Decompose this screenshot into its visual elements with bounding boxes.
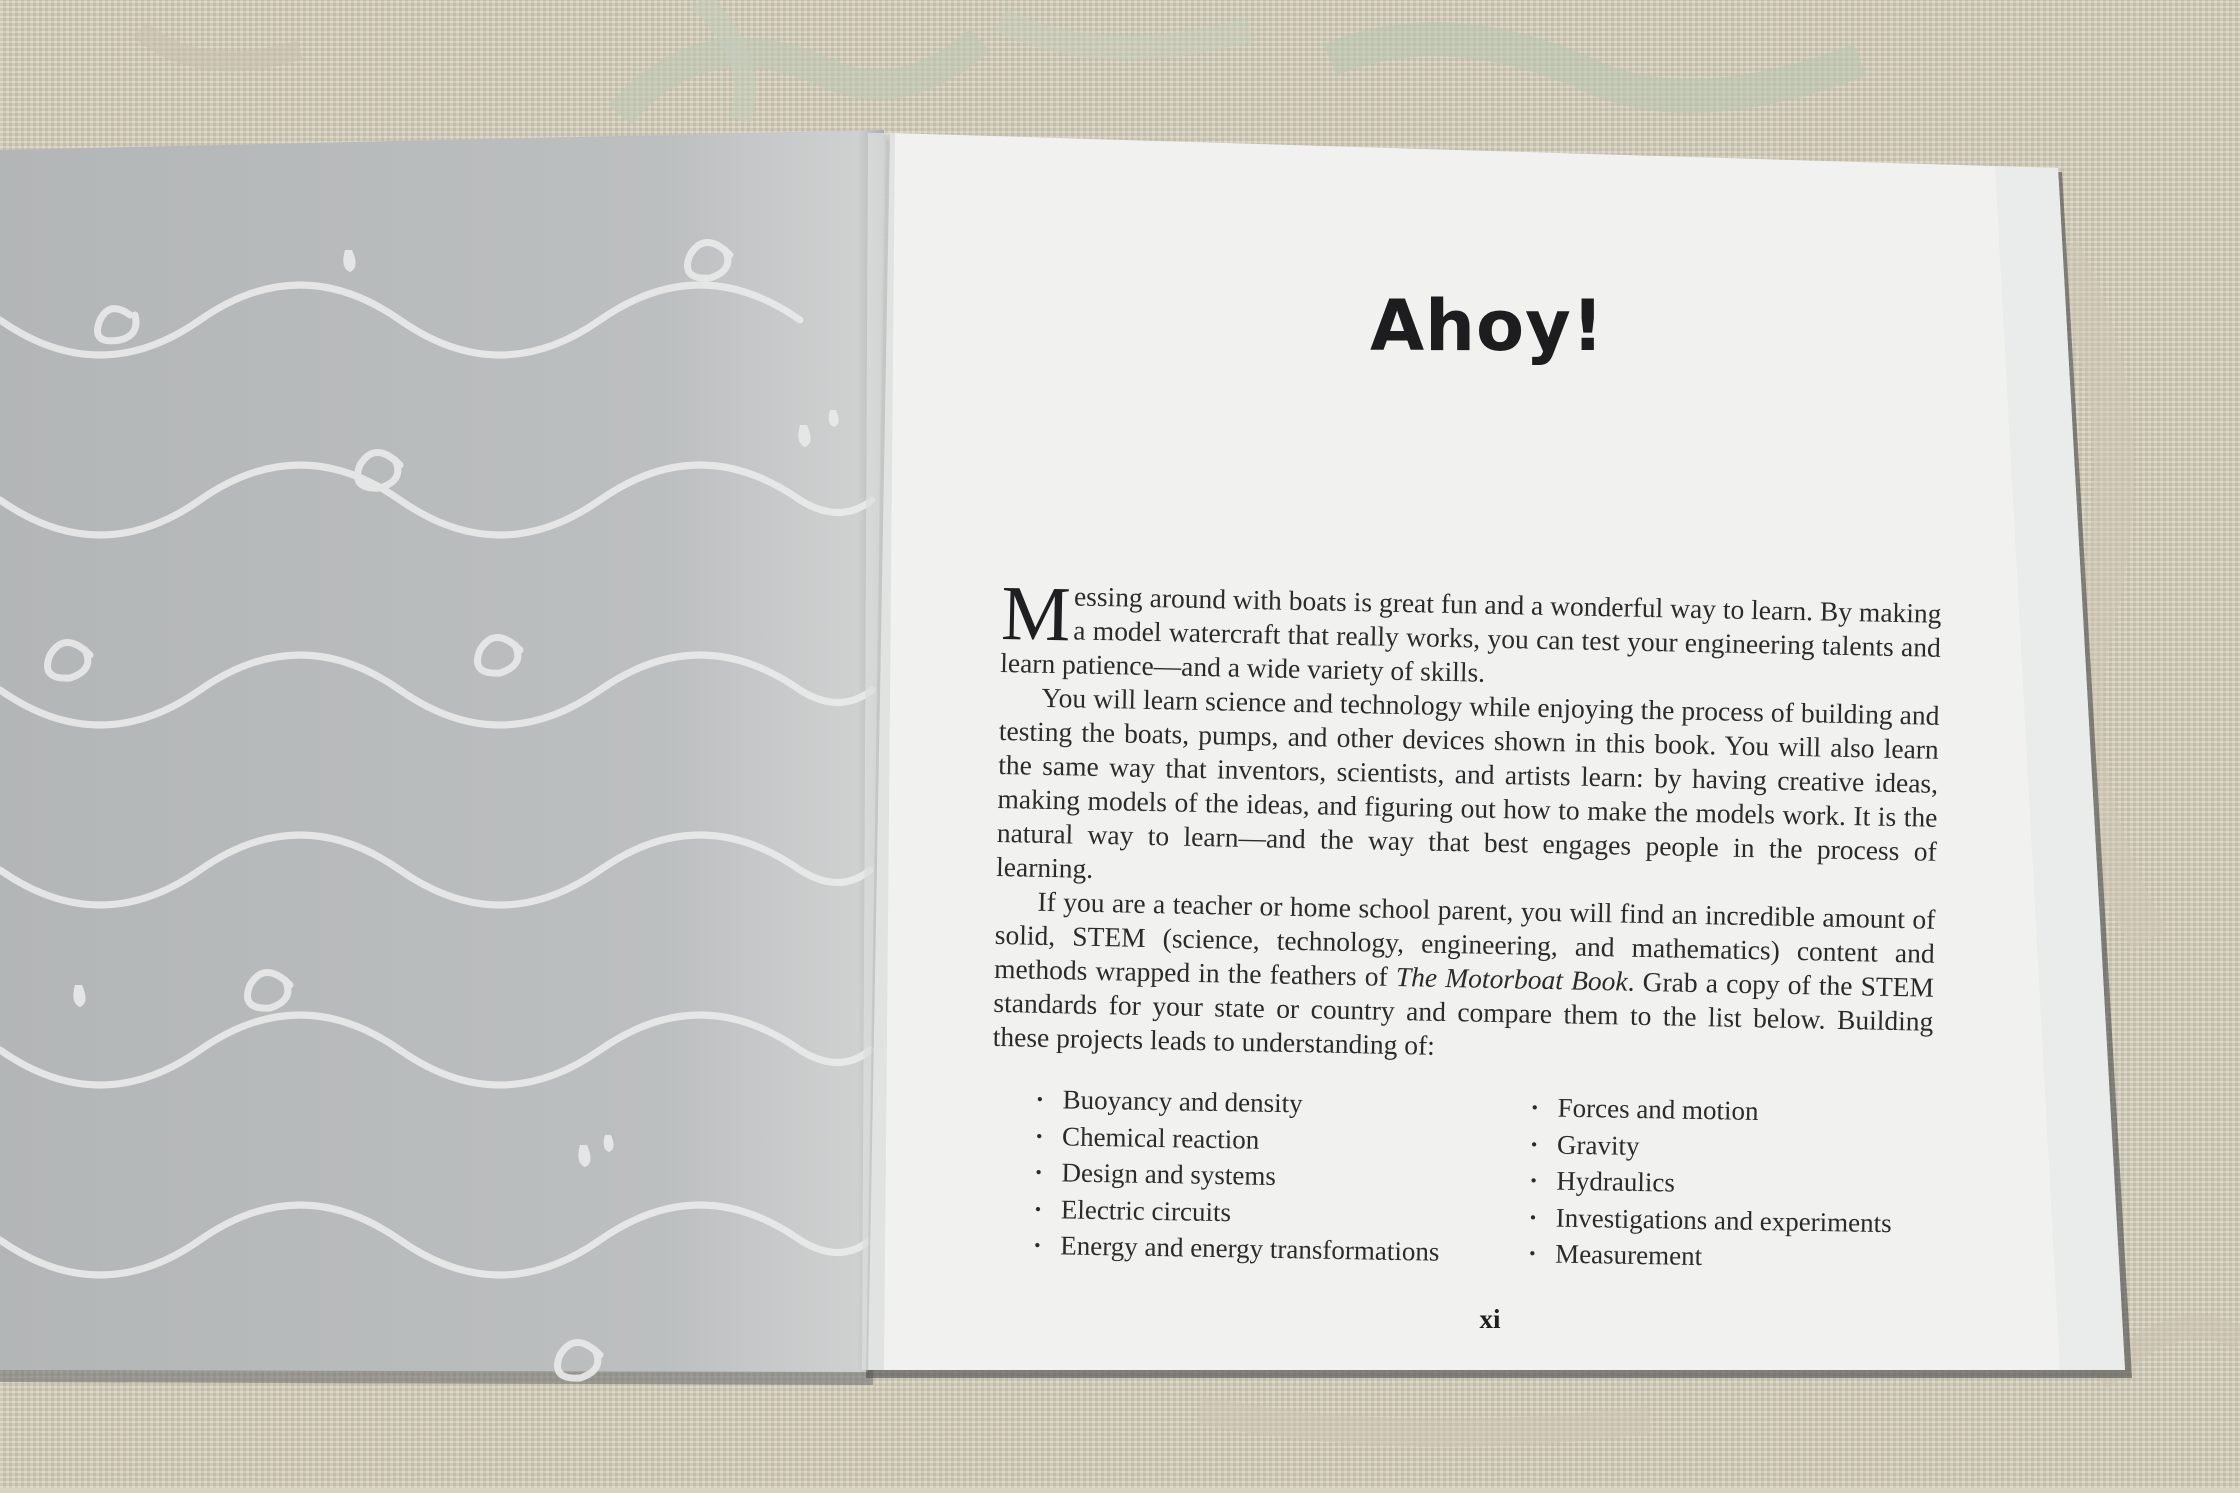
topic-label: Hydraulics (1556, 1165, 1676, 1198)
topic-label: Gravity (1556, 1129, 1640, 1161)
topic-label: Measurement (1554, 1238, 1703, 1272)
topic-label: Energy and energy transformations (1060, 1230, 1440, 1267)
topic-label: Investigations and experiments (1555, 1202, 1892, 1238)
topic-label: Buoyancy and density (1062, 1084, 1303, 1119)
paragraph-1: Messing around with boats is great fun a… (999, 569, 1942, 699)
topics-column-1: • Buoyancy and density • Chemical reaction… (1034, 1081, 1442, 1270)
page-number: xi (1479, 1304, 1501, 1334)
topic-label: Electric circuits (1060, 1193, 1232, 1227)
list-item: • Hydraulics (1530, 1162, 1892, 1204)
page-title: Ahoy! (1370, 285, 1605, 367)
paragraph-3: If you are a teacher or home school pare… (992, 884, 1935, 1073)
bullet: • (1529, 1243, 1536, 1264)
paragraph-2: You will learn science and technology wh… (995, 681, 1940, 884)
paragraph-1-text: essing around with boats is great fun an… (999, 580, 1942, 688)
list-item: • Gravity (1531, 1126, 1893, 1168)
intro-text: Messing around with boats is great fun a… (992, 569, 1942, 1073)
bullet: • (1530, 1133, 1538, 1154)
book-title: The Motorboat Book (1395, 960, 1628, 997)
right-page: Ahoy! Messing around with boats is great… (0, 0, 2240, 1488)
topic-label: Forces and motion (1557, 1092, 1759, 1126)
list-item: • Measurement (1529, 1235, 1891, 1277)
bullet: • (1529, 1206, 1537, 1227)
list-item: • Design and systems (1035, 1154, 1441, 1197)
list-item: • Forces and motion (1531, 1089, 1893, 1131)
bullet: • (1531, 1097, 1539, 1118)
bullet: • (1035, 1161, 1042, 1183)
list-item: • Buoyancy and density (1036, 1081, 1442, 1124)
topic-label: Chemical reaction (1061, 1120, 1260, 1155)
bullet: • (1530, 1170, 1537, 1191)
list-item: • Energy and energy transformations (1034, 1227, 1440, 1270)
drop-cap: M (1000, 569, 1072, 658)
bullet: • (1035, 1125, 1043, 1146)
list-item: • Investigations and experiments (1530, 1199, 1892, 1241)
bullet: • (1034, 1234, 1041, 1256)
bullet: • (1036, 1088, 1044, 1110)
bullet: • (1034, 1198, 1042, 1219)
topics-column-2: • Forces and motion • Gravity • Hydraulics … (1529, 1089, 1894, 1277)
topic-label: Design and systems (1061, 1157, 1277, 1191)
